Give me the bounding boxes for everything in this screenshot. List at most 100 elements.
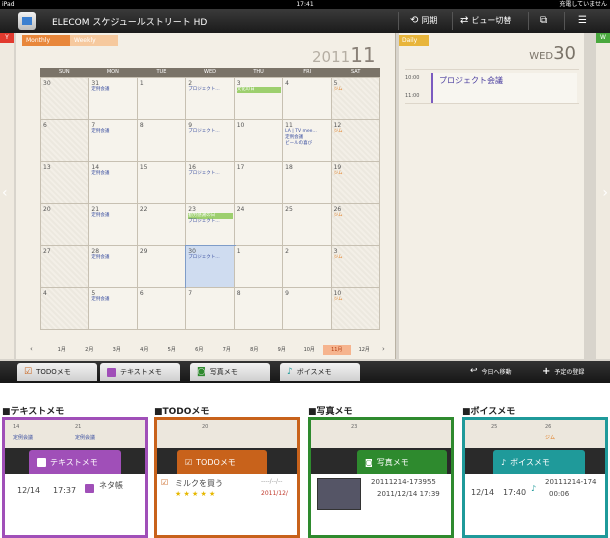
day-cell[interactable]: 4	[41, 288, 90, 330]
calendar-event[interactable]: プロジェクト…	[188, 219, 232, 225]
day-cell[interactable]: 15	[137, 162, 187, 204]
day-cell[interactable]: 4	[283, 78, 332, 120]
day-cell[interactable]: 12 ジム	[331, 120, 380, 162]
day-cell[interactable]: 27	[41, 246, 90, 288]
day-cell[interactable]: 10	[234, 120, 284, 162]
day-cell[interactable]: 6	[137, 288, 187, 330]
day-cell[interactable]: 22	[137, 204, 187, 246]
calendar-event[interactable]: 定例会議	[91, 171, 135, 177]
voice-memo-tab[interactable]: ♪ ボイスメモ	[280, 363, 360, 381]
month-selector-item[interactable]: 3月	[103, 345, 131, 355]
calendar-event[interactable]: ビールの喜び	[285, 141, 329, 147]
calendar-event[interactable]: プロジェクト…	[188, 129, 232, 135]
day-cell[interactable]: 5 ジム	[331, 78, 380, 120]
calendar-event[interactable]: 定例会議	[91, 213, 135, 219]
go-to-today-button[interactable]: ↩ 今日へ移動	[470, 366, 512, 376]
calendar-event[interactable]: プロジェクト…	[188, 255, 232, 261]
menu-button[interactable]: ☰	[578, 13, 587, 29]
calendar-event[interactable]: ジム	[334, 129, 378, 135]
day-cell[interactable]: 23 勤労感謝の日 プロジェクト…	[186, 204, 235, 246]
calendar-event[interactable]: 文化の日	[236, 87, 282, 93]
day-cell[interactable]: 28 定例会議	[89, 246, 138, 288]
month-selector-item[interactable]: 4月	[131, 345, 159, 355]
voice-memo-tab[interactable]: ♪ ボイスメモ	[493, 450, 585, 474]
day-cell[interactable]: 8	[137, 120, 187, 162]
day-cell[interactable]: 26 ジム	[331, 204, 380, 246]
day-cell[interactable]: 14 定例会議	[89, 162, 138, 204]
day-cell[interactable]: 9	[283, 288, 332, 330]
day-cell[interactable]: 25	[283, 204, 332, 246]
day-cell[interactable]: 1	[137, 78, 187, 120]
todo-item[interactable]: ミルクを買う	[175, 478, 223, 489]
month-selector-item[interactable]: 5月	[158, 345, 186, 355]
todo-checkbox-icon[interactable]: ☑	[161, 478, 168, 487]
calendar-event[interactable]: ジム	[334, 171, 378, 177]
year-strip[interactable]	[0, 43, 14, 359]
day-cell[interactable]: 7 定例会議	[89, 120, 138, 162]
month-selector-item[interactable]: 11月	[323, 345, 351, 355]
day-cell[interactable]: 10 ジム	[331, 288, 380, 330]
day-cell[interactable]: 8	[234, 288, 284, 330]
photo-filename[interactable]: 20111214-173955	[371, 478, 436, 486]
month-prev-icon[interactable]: ‹	[30, 345, 33, 353]
daily-event[interactable]: プロジェクト会議	[431, 73, 577, 103]
memo-title[interactable]: ネタ帳	[99, 480, 123, 491]
week-tab[interactable]: W	[596, 33, 610, 43]
year-tab[interactable]: Y	[0, 33, 14, 43]
day-cell[interactable]: 21 定例会議	[89, 204, 138, 246]
calendar-event[interactable]: プロジェクト…	[188, 87, 232, 93]
day-cell[interactable]: 30	[41, 78, 90, 120]
day-cell[interactable]: 16 プロジェクト…	[186, 162, 235, 204]
day-cell-today[interactable]: 30 プロジェクト…	[185, 245, 236, 289]
month-selector-item[interactable]: 8月	[241, 345, 269, 355]
add-event-button[interactable]: + 予定の登録	[542, 366, 584, 377]
day-cell[interactable]: 7	[186, 288, 235, 330]
todo-memo-tab[interactable]: ☑ TODOメモ	[177, 450, 267, 474]
month-selector-item[interactable]: 1月	[48, 345, 76, 355]
month-selector-item[interactable]: 9月	[268, 345, 296, 355]
calendar-event[interactable]: 定例会議	[91, 297, 135, 303]
week-strip[interactable]	[596, 43, 610, 359]
calendar-event[interactable]: ジム	[334, 255, 378, 261]
tab-weekly[interactable]: Weekly	[70, 35, 118, 46]
day-cell[interactable]: 20	[41, 204, 90, 246]
text-memo-tab[interactable]: テキストメモ	[29, 450, 121, 474]
month-selector-item[interactable]: 12月	[351, 345, 379, 355]
day-cell[interactable]: 6	[41, 120, 90, 162]
month-selector-item[interactable]: 7月	[213, 345, 241, 355]
settings-button[interactable]: ⧉	[540, 13, 547, 29]
day-cell[interactable]: 24	[234, 204, 284, 246]
voice-filename[interactable]: 20111214-174	[545, 478, 597, 486]
month-next-icon[interactable]: ›	[382, 345, 385, 353]
month-selector-item[interactable]: 10月	[296, 345, 324, 355]
view-switch-button[interactable]: ⇄ ビュー切替	[460, 13, 511, 29]
calendar-event[interactable]: ジム	[334, 87, 378, 93]
day-cell[interactable]: 29	[137, 246, 187, 288]
priority-stars[interactable]: ★ ★ ★ ★ ★	[175, 490, 215, 498]
sync-button[interactable]: ⟲ 同期	[410, 13, 437, 29]
tab-monthly[interactable]: Monthly	[22, 35, 70, 46]
photo-memo-tab[interactable]: ◙ 写真メモ	[357, 450, 447, 474]
photo-memo-tab[interactable]: ◙ 写真メモ	[190, 363, 270, 381]
calendar-event[interactable]: 定例会議	[91, 255, 135, 261]
calendar-event[interactable]: プロジェクト…	[188, 171, 232, 177]
day-cell[interactable]: 11 LA | TV mee… 定例会議 ビールの喜び	[283, 120, 332, 162]
day-cell[interactable]: 18	[283, 162, 332, 204]
day-cell[interactable]: 2 プロジェクト…	[186, 78, 235, 120]
tab-daily[interactable]: Daily	[399, 35, 429, 46]
day-cell[interactable]: 1	[234, 246, 284, 288]
day-cell[interactable]: 3 ジム	[331, 246, 380, 288]
calendar-event[interactable]: ジム	[334, 297, 378, 303]
day-cell[interactable]: 9 プロジェクト…	[186, 120, 235, 162]
text-memo-tab[interactable]: テキストメモ	[100, 363, 180, 381]
month-selector-item[interactable]: 2月	[76, 345, 104, 355]
calendar-event[interactable]: ジム	[334, 213, 378, 219]
day-cell[interactable]: 13	[41, 162, 90, 204]
todo-memo-tab[interactable]: ☑ TODOメモ	[17, 363, 97, 381]
calendar-event[interactable]: 定例会議	[91, 87, 135, 93]
day-cell[interactable]: 31 定例会議	[89, 78, 138, 120]
photo-thumbnail[interactable]	[317, 478, 361, 510]
month-selector-item[interactable]: 6月	[186, 345, 214, 355]
day-cell[interactable]: 17	[234, 162, 284, 204]
day-cell[interactable]: 3 文化の日	[234, 78, 284, 120]
